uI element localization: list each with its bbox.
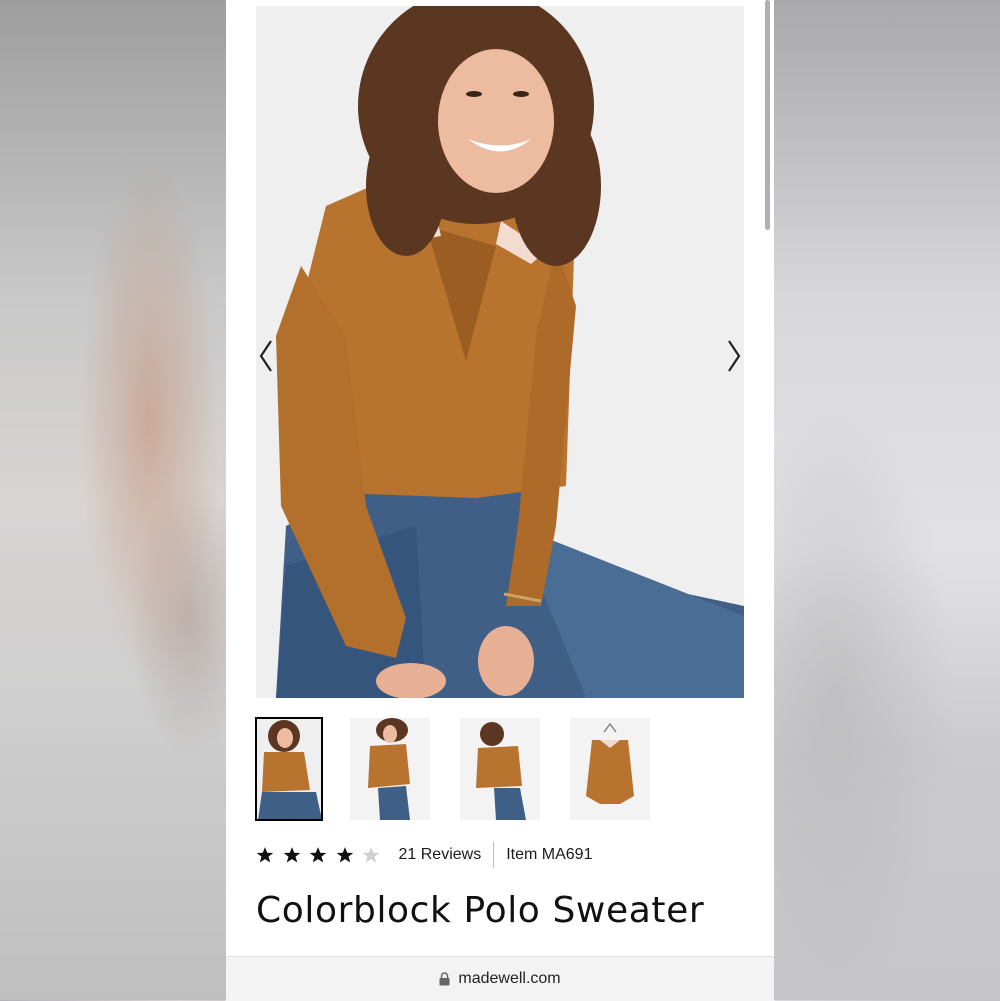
star-filled-icon bbox=[256, 847, 274, 863]
thumbnail-image bbox=[350, 718, 430, 820]
chevron-left-icon bbox=[259, 340, 272, 372]
star-rating bbox=[256, 846, 389, 864]
background-blur-right bbox=[774, 0, 1000, 1000]
product-title: Colorblock Polo Sweater bbox=[256, 890, 705, 931]
star-filled-icon bbox=[336, 847, 353, 863]
thumbnail-image bbox=[570, 718, 650, 820]
thumbnail-strip bbox=[255, 717, 744, 822]
previous-image-button[interactable] bbox=[256, 336, 276, 376]
star-filled-icon bbox=[283, 847, 300, 863]
star-empty-icon bbox=[362, 847, 380, 863]
model-illustration bbox=[256, 6, 744, 698]
product-page: 21 Reviews Item MA691 Colorblock Polo Sw… bbox=[226, 0, 774, 1001]
next-image-button[interactable] bbox=[724, 336, 744, 376]
thumbnail-3[interactable] bbox=[460, 718, 540, 820]
thumbnail-4[interactable] bbox=[570, 718, 650, 820]
item-number: Item MA691 bbox=[506, 846, 593, 863]
thumbnail-2[interactable] bbox=[350, 718, 430, 820]
browser-address-bar[interactable]: madewell.com bbox=[226, 956, 774, 1001]
product-hero-image[interactable] bbox=[256, 6, 744, 698]
url-text: madewell.com bbox=[458, 970, 561, 987]
divider bbox=[493, 842, 495, 868]
star-filled-icon bbox=[309, 847, 327, 863]
thumbnail-1[interactable] bbox=[255, 717, 323, 821]
thumbnail-image bbox=[256, 718, 322, 820]
rating-row: 21 Reviews Item MA691 bbox=[256, 838, 744, 872]
chevron-right-icon bbox=[728, 340, 741, 372]
scrollbar[interactable] bbox=[765, 0, 770, 230]
lock-icon bbox=[439, 972, 450, 986]
background-blur-left bbox=[0, 0, 226, 1000]
reviews-link[interactable]: 21 Reviews bbox=[399, 846, 482, 864]
thumbnail-image bbox=[460, 718, 540, 820]
